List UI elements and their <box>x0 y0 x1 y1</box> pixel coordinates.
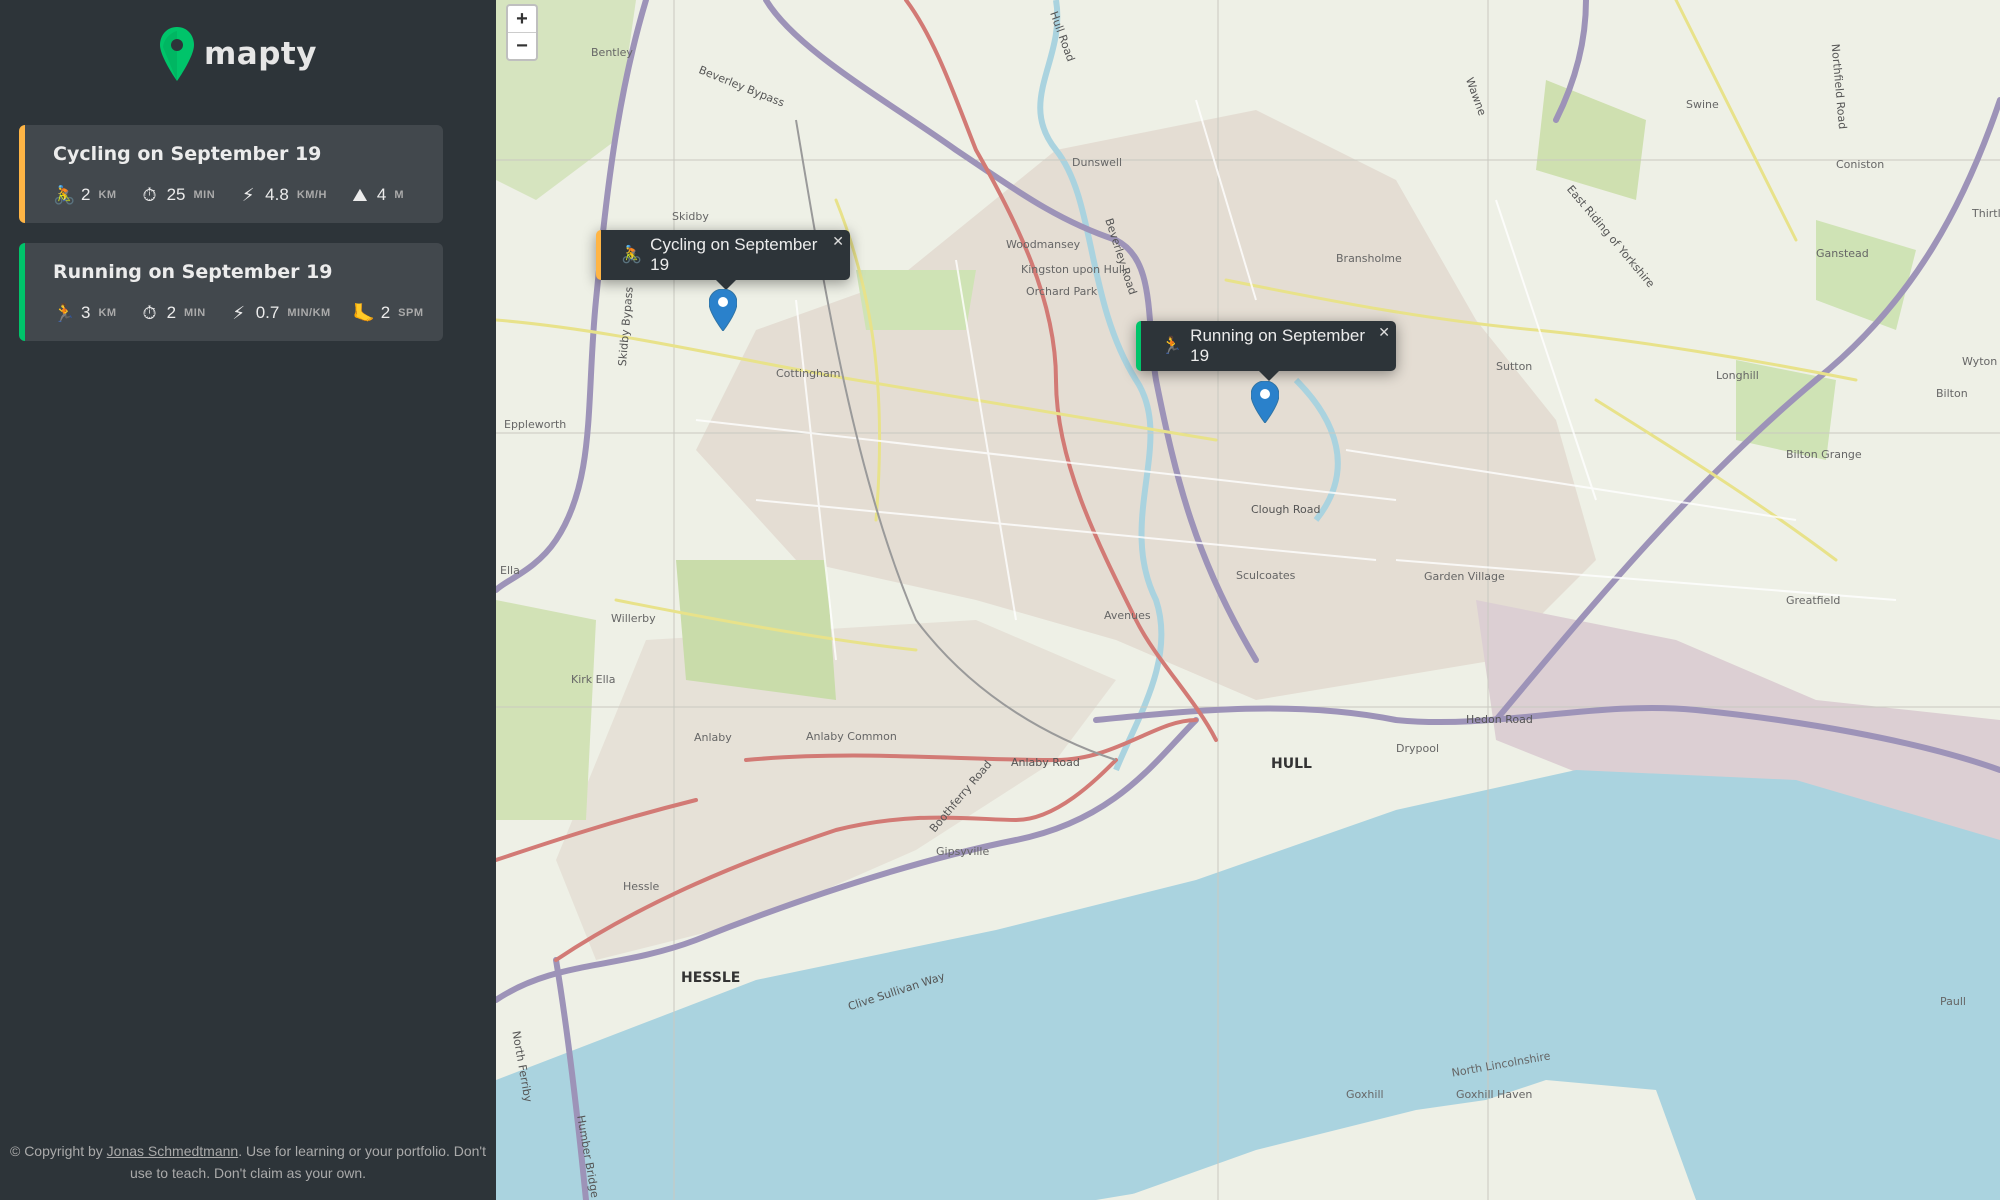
map-label: Bransholme <box>1336 252 1402 265</box>
workout-details: 🏃 3 km ⏱ 2 min ⚡ 0.7 min/km 🦶 2 spm <box>53 301 443 325</box>
map-label: Sculcoates <box>1236 569 1296 582</box>
mountain-icon: ⛰ <box>352 185 368 205</box>
map-label: Bilton <box>1936 387 1968 400</box>
map-label: Bentley <box>591 46 633 59</box>
distance-unit: km <box>98 307 117 319</box>
map-marker-icon[interactable] <box>709 289 737 331</box>
sidebar: mapty Cycling on September 19 🚴 2 km ⏱ 2… <box>0 0 496 1200</box>
speed-unit: km/h <box>296 189 327 201</box>
map-label: Hessle <box>623 880 660 893</box>
distance-detail: 🏃 3 km <box>53 303 117 323</box>
map-tiles[interactable] <box>496 0 2000 1200</box>
foot-icon: 🦶 <box>352 303 376 323</box>
cadence-unit: spm <box>398 307 424 319</box>
map-label: Ella <box>500 564 520 577</box>
map-label: Sutton <box>1496 360 1533 373</box>
pace-detail: ⚡ 0.7 min/km <box>228 303 331 323</box>
map-label: Cottingham <box>776 367 841 380</box>
zoom-control: + − <box>506 4 538 61</box>
runner-icon: 🏃 <box>1161 336 1183 355</box>
popup-text: Running on September 19 <box>1190 326 1366 365</box>
logo-text: mapty <box>204 36 317 72</box>
map-label: Longhill <box>1716 369 1759 382</box>
cadence-detail: 🦶 2 spm <box>353 303 424 323</box>
map-label: Eppleworth <box>504 418 567 431</box>
map-marker-icon[interactable] <box>1251 381 1279 423</box>
zoom-out-button[interactable]: − <box>508 32 536 59</box>
map-label: Thirtleby <box>1972 207 2000 220</box>
duration-unit: min <box>184 307 206 319</box>
map-label: Paull <box>1940 995 1966 1008</box>
workout-card-cycling[interactable]: Cycling on September 19 🚴 2 km ⏱ 25 min … <box>19 125 443 223</box>
workout-details: 🚴 2 km ⏱ 25 min ⚡ 4.8 km/h ⛰ 4 m <box>53 183 443 207</box>
elevation-detail: ⛰ 4 m <box>349 185 404 205</box>
bike-icon: 🚴 <box>53 185 76 205</box>
elevation-unit: m <box>394 189 405 201</box>
close-icon[interactable]: ✕ <box>1378 324 1390 341</box>
workout-card-running[interactable]: Running on September 19 🏃 3 km ⏱ 2 min ⚡… <box>19 243 443 341</box>
speed-detail: ⚡ 4.8 km/h <box>237 185 327 205</box>
map-label: Drypool <box>1396 742 1440 755</box>
distance-value: 2 <box>81 185 91 204</box>
popup-tip <box>1258 371 1279 381</box>
map-label: Goxhill <box>1346 1088 1384 1101</box>
map-label: Willerby <box>611 612 656 625</box>
stopwatch-icon: ⏱ <box>142 303 157 323</box>
distance-detail: 🚴 2 km <box>53 185 117 205</box>
map-label: Gipsyville <box>936 845 990 858</box>
popup-text: Cycling on September 19 <box>650 235 818 274</box>
map-label: Anlaby Road <box>1011 756 1080 769</box>
map-label: Kirk Ella <box>571 673 616 686</box>
map-label: Orchard Park <box>1026 285 1098 298</box>
map-label: Wyton <box>1962 355 1998 368</box>
zoom-in-button[interactable]: + <box>508 6 536 32</box>
lightning-icon: ⚡ <box>241 185 255 205</box>
author-link[interactable]: Jonas Schmedtmann <box>107 1143 239 1159</box>
close-icon[interactable]: ✕ <box>832 233 844 250</box>
duration-unit: min <box>193 189 216 201</box>
distance-unit: km <box>98 189 117 201</box>
map-label: HESSLE <box>681 970 741 986</box>
runner-icon: 🏃 <box>53 303 76 323</box>
map[interactable]: Bentley Beverley Bypass Hull Road Beverl… <box>496 0 2000 1200</box>
duration-detail: ⏱ 2 min <box>139 303 206 323</box>
speed-value: 4.8 <box>265 185 289 204</box>
map-label: Swine <box>1686 98 1719 111</box>
map-label: Skidby <box>672 210 709 223</box>
map-label: Greatfield <box>1786 594 1841 607</box>
map-label: Kingston upon Hull <box>1021 263 1125 276</box>
copyright-prefix: © Copyright by <box>9 1143 107 1159</box>
stopwatch-icon: ⏱ <box>142 185 157 205</box>
cadence-value: 2 <box>380 303 391 322</box>
workout-popup-running[interactable]: 🏃 Running on September 19 ✕ <box>1136 321 1396 381</box>
map-label: Goxhill Haven <box>1456 1088 1533 1101</box>
duration-value: 2 <box>166 303 177 322</box>
pace-value: 0.7 <box>255 303 280 322</box>
duration-detail: ⏱ 25 min <box>139 185 216 205</box>
workout-title: Running on September 19 <box>53 261 333 283</box>
lightning-icon: ⚡ <box>232 303 246 323</box>
map-pin-logo-icon <box>160 27 194 81</box>
copyright: © Copyright by Jonas Schmedtmann. Use fo… <box>0 1140 496 1184</box>
workout-title: Cycling on September 19 <box>53 143 322 165</box>
map-label: Bilton Grange <box>1786 448 1862 461</box>
map-label: Garden Village <box>1424 570 1505 583</box>
map-label: Clough Road <box>1251 503 1321 516</box>
elevation-value: 4 <box>376 185 387 204</box>
map-label: Avenues <box>1104 609 1151 622</box>
map-label: Coniston <box>1836 158 1885 171</box>
distance-value: 3 <box>81 303 91 322</box>
map-label: Hedon Road <box>1466 713 1533 726</box>
duration-value: 25 <box>166 185 186 204</box>
pace-unit: min/km <box>287 307 331 319</box>
bike-icon: 🚴 <box>621 245 643 264</box>
map-label: Woodmansey <box>1006 238 1081 251</box>
map-label: Anlaby <box>694 731 732 744</box>
logo: mapty <box>160 24 317 84</box>
map-label: Dunswell <box>1072 156 1123 169</box>
map-label: Ganstead <box>1816 247 1869 260</box>
map-label: HULL <box>1271 756 1312 772</box>
workout-popup-cycling[interactable]: 🚴 Cycling on September 19 ✕ <box>596 230 850 290</box>
map-label: Anlaby Common <box>806 730 897 743</box>
